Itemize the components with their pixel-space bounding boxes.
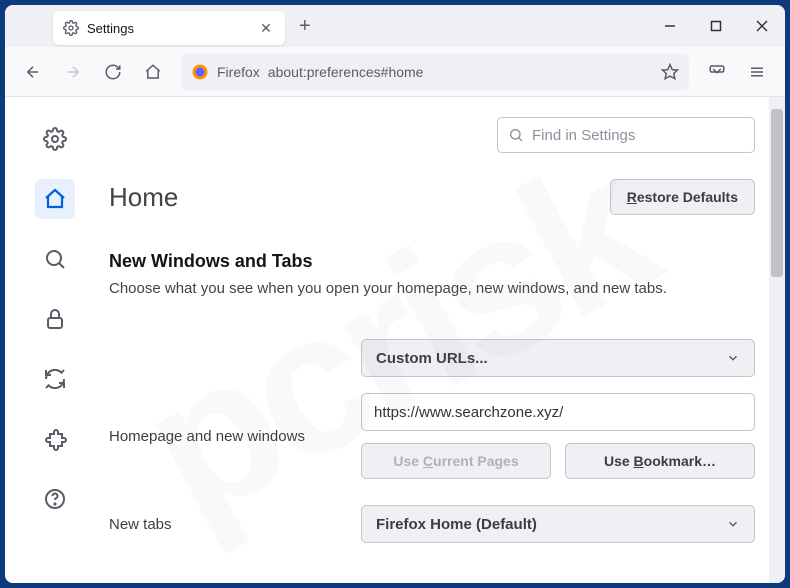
app-menu-button[interactable]	[739, 54, 775, 90]
close-window-button[interactable]	[739, 5, 785, 47]
restore-defaults-button[interactable]: Restore Defaults	[610, 179, 755, 215]
url-bar[interactable]: Firefox about:preferences#home	[181, 54, 689, 90]
firefox-icon	[191, 63, 209, 81]
browser-tab[interactable]: Settings ✕	[53, 11, 285, 45]
maximize-button[interactable]	[693, 5, 739, 47]
nav-privacy[interactable]	[35, 299, 75, 339]
find-input[interactable]	[532, 127, 744, 144]
chevron-down-icon	[726, 517, 740, 531]
page-title: Home	[109, 182, 178, 213]
nav-toolbar: Firefox about:preferences#home	[5, 47, 785, 97]
homepage-mode-value: Custom URLs...	[376, 350, 488, 367]
newtab-mode-select[interactable]: Firefox Home (Default)	[361, 505, 755, 543]
url-path: about:preferences#home	[268, 64, 424, 80]
section-heading: New Windows and Tabs	[109, 251, 755, 272]
gear-icon	[63, 20, 79, 36]
homepage-url-input[interactable]	[361, 393, 755, 431]
nav-search[interactable]	[35, 239, 75, 279]
back-button[interactable]	[15, 54, 51, 90]
scrollbar[interactable]	[769, 97, 785, 583]
titlebar: Settings ✕ +	[5, 5, 785, 47]
nav-home[interactable]	[35, 179, 75, 219]
minimize-button[interactable]	[647, 5, 693, 47]
nav-extensions[interactable]	[35, 419, 75, 459]
find-in-settings[interactable]	[497, 117, 755, 153]
content-area: pcrisk Home Restore Defaults New Windows…	[5, 97, 785, 583]
pocket-button[interactable]	[699, 54, 735, 90]
homepage-mode-select[interactable]: Custom URLs...	[361, 339, 755, 377]
tab-title: Settings	[87, 21, 257, 36]
use-bookmark-button[interactable]: Use Bookmark…	[565, 443, 755, 479]
forward-button[interactable]	[55, 54, 91, 90]
use-current-pages-button[interactable]: Use Current Pages	[361, 443, 551, 479]
scroll-thumb[interactable]	[771, 109, 783, 277]
nav-help[interactable]	[35, 479, 75, 519]
close-icon[interactable]: ✕	[257, 20, 275, 37]
search-icon	[508, 127, 524, 143]
newtab-mode-value: Firefox Home (Default)	[376, 516, 537, 533]
url-context: Firefox	[217, 64, 260, 80]
homepage-label: Homepage and new windows	[109, 428, 361, 445]
sidebar	[5, 97, 105, 583]
main-panel: Home Restore Defaults New Windows and Ta…	[105, 97, 785, 583]
reload-button[interactable]	[95, 54, 131, 90]
section-description: Choose what you see when you open your h…	[109, 280, 755, 297]
home-button[interactable]	[135, 54, 171, 90]
nav-sync[interactable]	[35, 359, 75, 399]
chevron-down-icon	[726, 351, 740, 365]
nav-general[interactable]	[35, 119, 75, 159]
bookmark-star-icon[interactable]	[661, 63, 679, 81]
new-tab-button[interactable]: +	[299, 15, 311, 38]
newtabs-label: New tabs	[109, 516, 361, 533]
